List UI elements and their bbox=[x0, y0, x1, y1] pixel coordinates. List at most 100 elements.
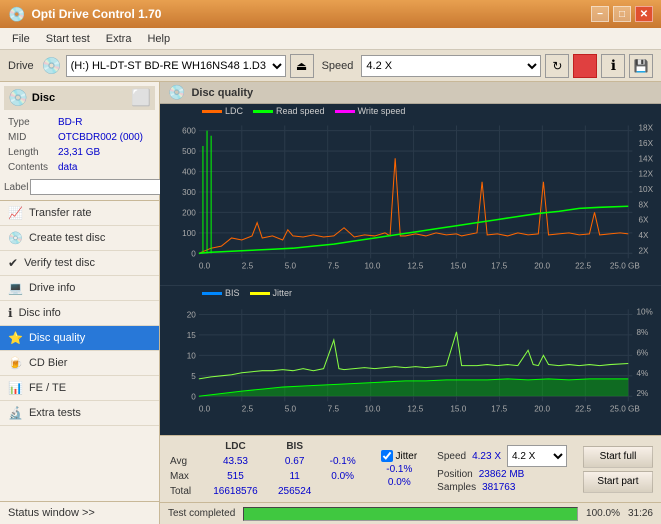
svg-text:22.5: 22.5 bbox=[575, 405, 591, 414]
samples-row: Samples 381763 bbox=[437, 482, 567, 493]
max-bis: 11 bbox=[269, 470, 319, 483]
sidebar-item-extra-tests[interactable]: 🔬 Extra tests bbox=[0, 401, 159, 426]
top-chart-svg: 600 500 400 300 200 100 0 18X 16X 14X 12… bbox=[160, 104, 661, 285]
svg-text:20: 20 bbox=[187, 311, 197, 320]
jitter-checkbox[interactable] bbox=[381, 450, 393, 462]
info-button[interactable]: ℹ bbox=[601, 54, 625, 78]
nav-label-fe-te: FE / TE bbox=[29, 382, 66, 394]
col-header-empty bbox=[166, 440, 201, 453]
speed-select-toolbar[interactable]: 4.2 X bbox=[361, 55, 541, 77]
svg-text:0.0: 0.0 bbox=[199, 262, 211, 271]
stats-table: LDC BIS Avg 43.53 0.67 -0.1% bbox=[164, 438, 365, 500]
svg-text:15.0: 15.0 bbox=[450, 405, 466, 414]
speed-dropdown[interactable]: 4.2 X 1.0 X 2.0 X 8.0 X Max bbox=[507, 445, 567, 467]
eject-button[interactable]: ⏏ bbox=[290, 54, 314, 78]
position-value: 23862 MB bbox=[479, 469, 525, 480]
start-full-button[interactable]: Start full bbox=[583, 446, 653, 468]
jitter-max-val: 0.0% bbox=[388, 477, 411, 488]
menu-bar: File Start test Extra Help bbox=[0, 28, 661, 50]
charts-container: LDC Read speed Write speed bbox=[160, 104, 661, 435]
position-label: Position bbox=[437, 469, 473, 480]
speed-stat-label: Speed bbox=[437, 451, 466, 462]
minimize-button[interactable]: − bbox=[591, 6, 609, 22]
samples-value: 381763 bbox=[482, 482, 515, 493]
svg-text:10.0: 10.0 bbox=[364, 262, 380, 271]
jitter-label: Jitter bbox=[395, 451, 417, 462]
refresh-button[interactable]: ↻ bbox=[545, 54, 569, 78]
status-window-label: Status window >> bbox=[8, 507, 95, 519]
svg-text:4X: 4X bbox=[639, 231, 650, 240]
svg-text:17.5: 17.5 bbox=[491, 262, 507, 271]
save-button[interactable]: 💾 bbox=[629, 54, 653, 78]
bottom-chart-svg: 20 15 10 5 0 10% 8% 6% 4% 2% 0.0 2.5 bbox=[160, 286, 661, 435]
label-field-label: Label bbox=[4, 182, 28, 193]
disc-info-table: Type BD-R MID OTCBDR002 (000) Length 23,… bbox=[4, 114, 155, 176]
svg-text:0.0: 0.0 bbox=[199, 405, 211, 414]
sidebar-item-drive-info[interactable]: 💻 Drive info bbox=[0, 276, 159, 301]
max-jitter: 0.0% bbox=[322, 470, 364, 483]
start-part-button[interactable]: Start part bbox=[583, 471, 653, 493]
sidebar-item-transfer-rate[interactable]: 📈 Transfer rate bbox=[0, 201, 159, 226]
menu-help[interactable]: Help bbox=[139, 31, 178, 47]
legend-ldc: LDC bbox=[202, 106, 243, 116]
svg-text:16X: 16X bbox=[639, 139, 654, 148]
svg-text:0: 0 bbox=[191, 249, 196, 258]
svg-text:12X: 12X bbox=[639, 170, 654, 179]
nav-label-verify-test-disc: Verify test disc bbox=[24, 257, 95, 269]
stats-row-total: Total 16618576 256524 bbox=[166, 485, 363, 498]
samples-label: Samples bbox=[437, 482, 476, 493]
progress-time: 31:26 bbox=[628, 508, 653, 519]
total-bis: 256524 bbox=[269, 485, 319, 498]
svg-text:6X: 6X bbox=[639, 216, 650, 225]
svg-text:500: 500 bbox=[182, 147, 196, 156]
svg-text:8%: 8% bbox=[636, 328, 648, 337]
total-ldc: 16618576 bbox=[203, 485, 267, 498]
contents-value: data bbox=[56, 161, 153, 174]
maximize-button[interactable]: □ bbox=[613, 6, 631, 22]
content-area: 💿 Disc quality LDC Read speed bbox=[160, 82, 661, 524]
avg-bis: 0.67 bbox=[269, 455, 319, 468]
transfer-rate-icon: 📈 bbox=[8, 206, 23, 220]
nav-list: 📈 Transfer rate 💿 Create test disc ✔ Ver… bbox=[0, 201, 159, 501]
svg-text:5.0: 5.0 bbox=[285, 405, 297, 414]
menu-extra[interactable]: Extra bbox=[98, 31, 140, 47]
menu-file[interactable]: File bbox=[4, 31, 38, 47]
svg-text:2%: 2% bbox=[636, 389, 648, 398]
avg-jitter: -0.1% bbox=[322, 455, 364, 468]
jitter-avg-val: -0.1% bbox=[386, 464, 412, 475]
sidebar: 💿 Disc ⬜ Type BD-R MID OTCBDR002 (000) L… bbox=[0, 82, 160, 524]
sidebar-item-disc-quality[interactable]: ⭐ Disc quality bbox=[0, 326, 159, 351]
sidebar-item-cd-bier[interactable]: 🍺 CD Bier bbox=[0, 351, 159, 376]
disc-panel: 💿 Disc ⬜ Type BD-R MID OTCBDR002 (000) L… bbox=[0, 82, 159, 201]
main-area: 💿 Disc ⬜ Type BD-R MID OTCBDR002 (000) L… bbox=[0, 82, 661, 524]
close-button[interactable]: ✕ bbox=[635, 6, 653, 22]
label-input[interactable] bbox=[30, 179, 164, 195]
svg-text:200: 200 bbox=[182, 208, 196, 217]
sidebar-item-fe-te[interactable]: 📊 FE / TE bbox=[0, 376, 159, 401]
svg-text:25.0 GB: 25.0 GB bbox=[610, 262, 640, 271]
status-window-button[interactable]: Status window >> bbox=[0, 501, 159, 524]
contents-label: Contents bbox=[6, 161, 54, 174]
toolbar: Drive 💿 (H:) HL-DT-ST BD-RE WH16NS48 1.D… bbox=[0, 50, 661, 82]
svg-text:600: 600 bbox=[182, 127, 196, 136]
disc-icon: 💿 bbox=[8, 88, 28, 108]
sidebar-item-verify-test-disc[interactable]: ✔ Verify test disc bbox=[0, 251, 159, 276]
nav-label-disc-info: Disc info bbox=[19, 307, 61, 319]
svg-text:400: 400 bbox=[182, 168, 196, 177]
mid-value: OTCBDR002 (000) bbox=[56, 131, 153, 144]
legend-bis: BIS bbox=[202, 288, 240, 298]
disc-quality-header-icon: 💿 bbox=[168, 84, 185, 101]
svg-text:20.0: 20.0 bbox=[534, 405, 550, 414]
speed-row: Speed 4.23 X 4.2 X 1.0 X 2.0 X 8.0 X Max bbox=[437, 445, 567, 467]
progress-area: Test completed 100.0% 31:26 bbox=[160, 502, 661, 524]
menu-start-test[interactable]: Start test bbox=[38, 31, 98, 47]
svg-text:8X: 8X bbox=[639, 200, 650, 209]
sidebar-item-create-test-disc[interactable]: 💿 Create test disc bbox=[0, 226, 159, 251]
sidebar-item-disc-info[interactable]: ℹ Disc info bbox=[0, 301, 159, 326]
stats-table-area: LDC BIS Avg 43.53 0.67 -0.1% bbox=[164, 438, 365, 500]
speed-position-area: Speed 4.23 X 4.2 X 1.0 X 2.0 X 8.0 X Max… bbox=[433, 438, 571, 500]
svg-text:18X: 18X bbox=[639, 124, 654, 133]
red-button[interactable] bbox=[573, 54, 597, 78]
drive-select[interactable]: (H:) HL-DT-ST BD-RE WH16NS48 1.D3 bbox=[66, 55, 286, 77]
length-value: 23,31 GB bbox=[56, 146, 153, 159]
